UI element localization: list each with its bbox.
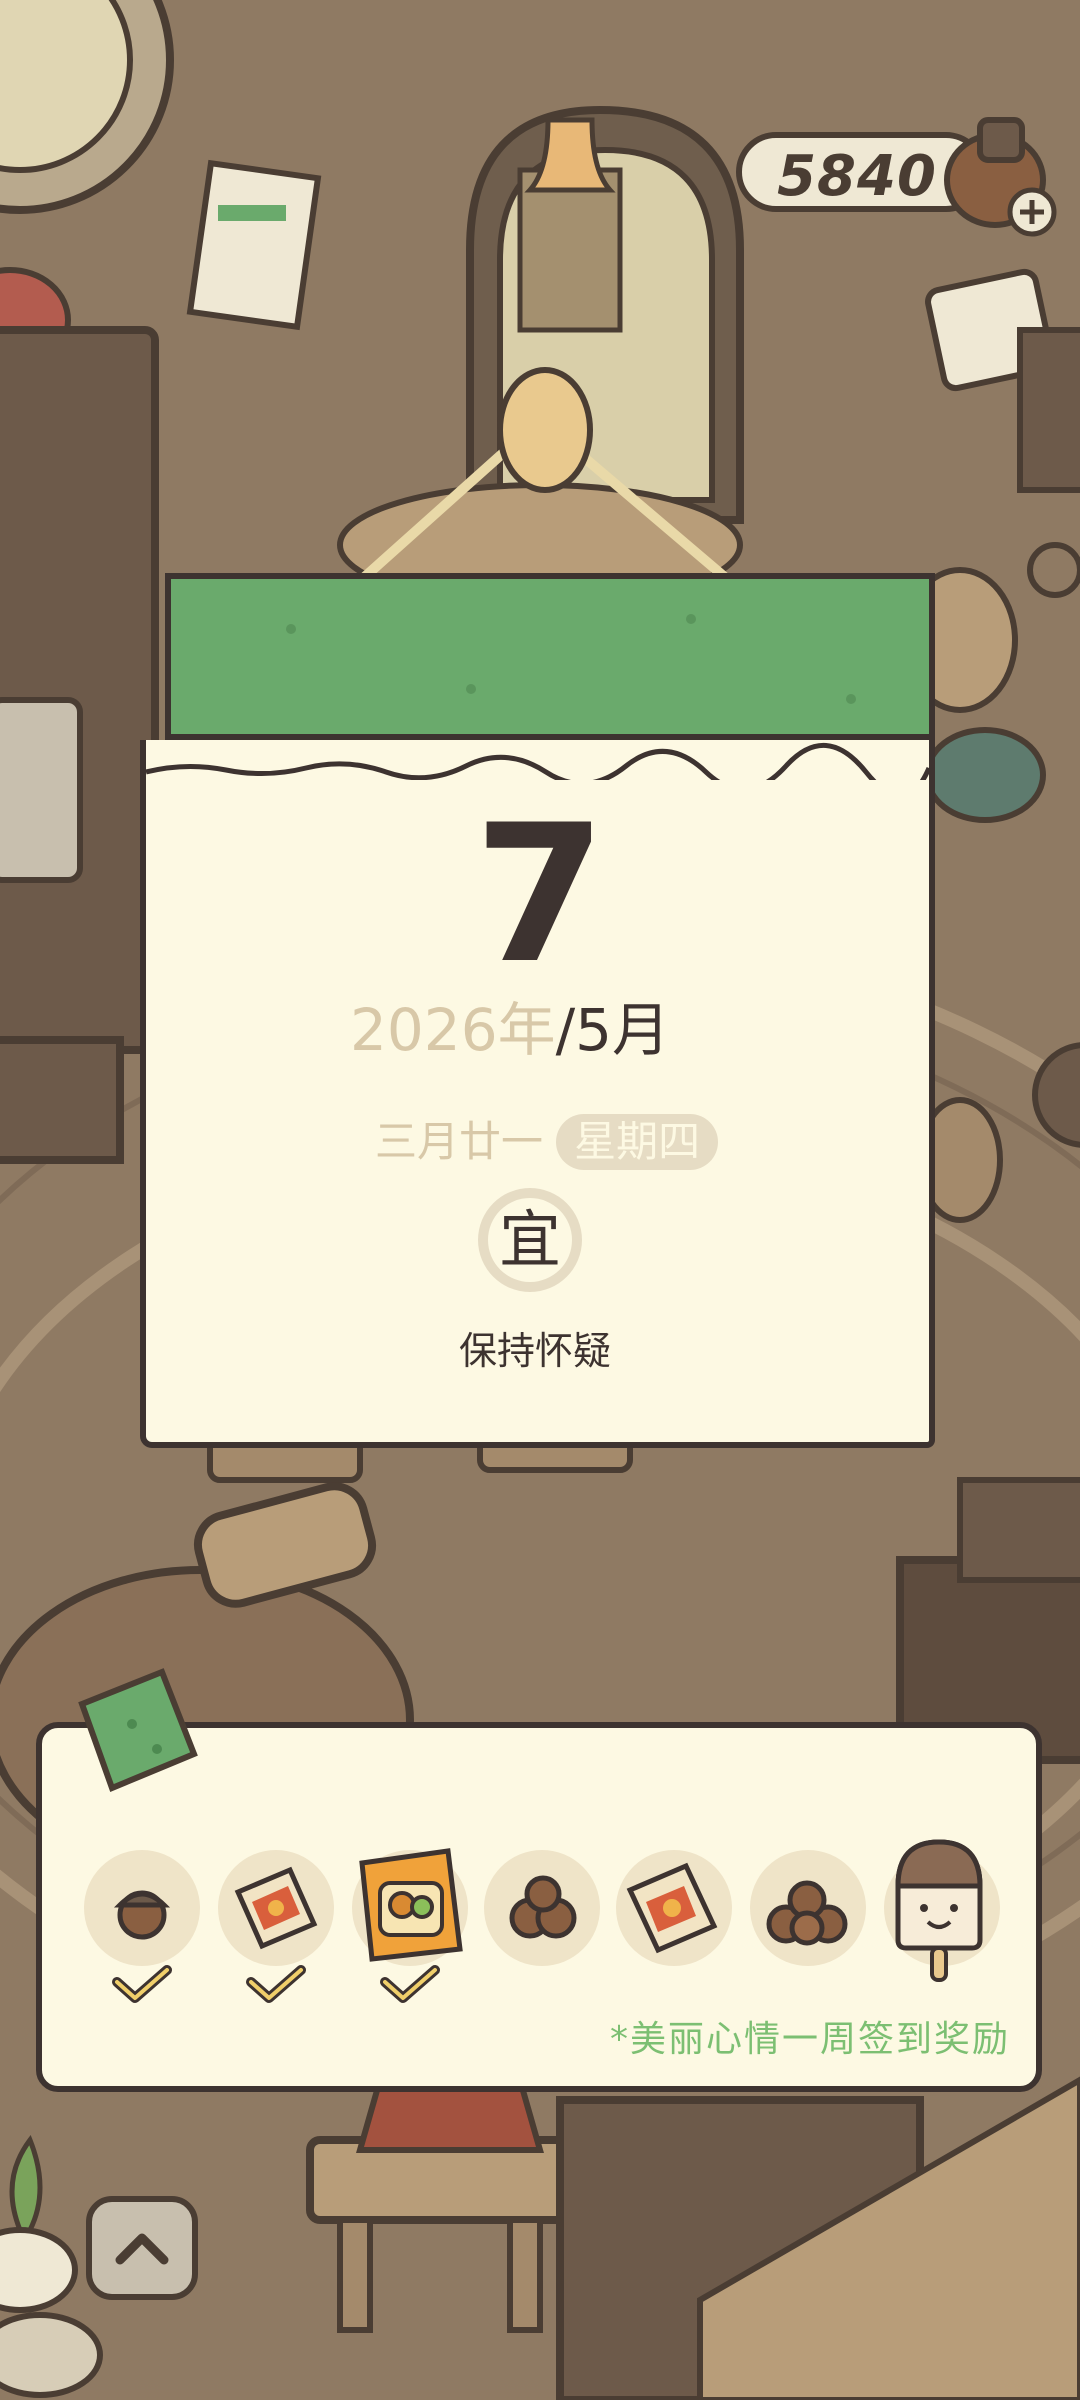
cookie-bag-icon bbox=[359, 1848, 463, 1962]
snack-bag-icon bbox=[626, 1862, 718, 1954]
collapse-up-button[interactable] bbox=[86, 2196, 198, 2300]
check-icon bbox=[112, 1965, 172, 2003]
acorn-plus-icon[interactable] bbox=[940, 110, 1060, 240]
calendar-lunar-row: 三月廿一 星期四 bbox=[375, 1112, 719, 1172]
calendar-year-month: 2026年/5月 bbox=[350, 995, 670, 1065]
calendar-year: 2026年 bbox=[350, 996, 556, 1064]
calendar-month: /5月 bbox=[555, 996, 671, 1064]
weekly-reward-caption: *美丽心情一周签到奖励 bbox=[609, 2019, 1010, 2060]
acorn-icon bbox=[113, 1890, 171, 1940]
snack-bag-icon bbox=[234, 1866, 318, 1950]
acorns-icon bbox=[509, 1875, 577, 1939]
chevron-up-icon bbox=[115, 2233, 169, 2265]
calendar-day-number: 7 bbox=[473, 784, 607, 1005]
check-icon bbox=[380, 1965, 440, 2003]
daily-advice: 保持怀疑 bbox=[458, 1329, 611, 1373]
leaf-note-icon bbox=[78, 1668, 198, 1792]
currency-amount: 5840 bbox=[777, 144, 937, 209]
acorn-pile-icon bbox=[766, 1880, 848, 1946]
calendar-header bbox=[165, 573, 935, 740]
weekday-badge: 星期四 bbox=[556, 1114, 719, 1170]
popsicle-icon bbox=[895, 1839, 983, 1982]
check-icon bbox=[246, 1965, 306, 2003]
lunar-date: 三月廿一 bbox=[375, 1117, 544, 1166]
yi-badge: 宜 bbox=[478, 1188, 582, 1292]
yi-label: 宜 bbox=[488, 1198, 572, 1282]
